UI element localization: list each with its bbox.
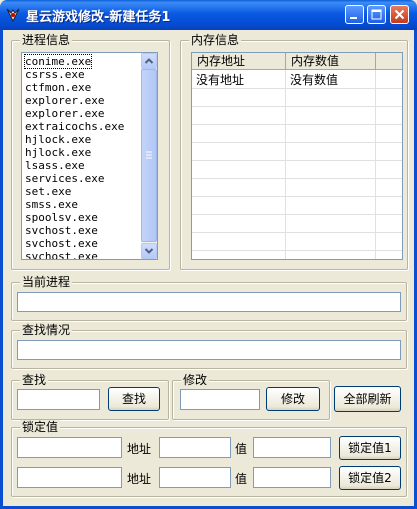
- find-button-label: 查找: [121, 392, 146, 406]
- grid-line: [192, 160, 402, 161]
- process-list-item[interactable]: smss.exe: [25, 198, 78, 211]
- refresh-all-button[interactable]: 全部刷新: [334, 386, 401, 412]
- process-list-item[interactable]: hjlock.exe: [25, 133, 91, 146]
- find-label: 查找: [20, 373, 49, 387]
- chevron-up-icon: [144, 58, 154, 64]
- grid-line: [192, 106, 402, 107]
- column-header-address[interactable]: 内存地址: [192, 53, 286, 70]
- process-list-item[interactable]: explorer.exe: [25, 107, 104, 120]
- grip-icon: [146, 151, 152, 159]
- process-list-item[interactable]: svchost.exe: [25, 224, 98, 237]
- close-icon: [394, 9, 405, 20]
- address-label-2: 地址: [127, 472, 152, 486]
- cell-value[interactable]: 没有数值: [286, 71, 375, 89]
- lock-value-2-button[interactable]: 锁定值2: [339, 466, 401, 490]
- maximize-button[interactable]: [367, 5, 386, 24]
- find-value-input[interactable]: [17, 389, 100, 410]
- lock-value-field-2[interactable]: [253, 467, 331, 488]
- grid-line: [192, 214, 402, 215]
- process-scrollbar[interactable]: [141, 53, 157, 259]
- process-listbox[interactable]: conime.exe csrss.exe ctfmon.exe explorer.ex…: [21, 52, 158, 260]
- minimize-icon: [350, 17, 357, 19]
- process-list-item[interactable]: set.exe: [25, 185, 71, 198]
- process-list-item[interactable]: lsass.exe: [25, 159, 85, 172]
- address-label-1: 地址: [127, 442, 152, 456]
- app-icon: [6, 8, 20, 23]
- maximize-icon: [371, 9, 382, 20]
- modify-button[interactable]: 修改: [266, 387, 320, 411]
- lock-value-2-label: 锁定值2: [348, 471, 392, 485]
- process-list-item[interactable]: conime.exe: [23, 54, 93, 69]
- grid-line: [192, 196, 402, 197]
- lock-value-1-button[interactable]: 锁定值1: [339, 436, 401, 460]
- close-button[interactable]: [390, 5, 409, 24]
- lock-name-field-2[interactable]: [17, 467, 122, 488]
- process-list-item[interactable]: explorer.exe: [25, 94, 104, 107]
- modify-button-label: 修改: [280, 392, 305, 406]
- scroll-down-button[interactable]: [141, 243, 157, 259]
- process-list-item[interactable]: svchost.exe: [25, 237, 98, 250]
- scroll-thumb[interactable]: [141, 69, 157, 242]
- search-status-field[interactable]: [17, 340, 401, 360]
- lock-group-label: 锁定值: [20, 420, 61, 434]
- column-header-value[interactable]: 内存数值: [286, 53, 376, 70]
- grid-line: [192, 124, 402, 125]
- grid-line: [192, 232, 402, 233]
- memory-grid[interactable]: 内存地址 内存数值 没有地址 没有数值: [191, 52, 403, 260]
- grid-line: [192, 142, 402, 143]
- current-process-label: 当前进程: [20, 275, 73, 289]
- search-status-label: 查找情况: [20, 323, 73, 337]
- process-list-item[interactable]: spoolsv.exe: [25, 211, 98, 224]
- lock-address-field-2[interactable]: [159, 467, 231, 488]
- window-frame-left: [0, 30, 3, 509]
- process-list-item[interactable]: csrss.exe: [25, 68, 85, 81]
- process-list-item[interactable]: hjlock.exe: [25, 146, 91, 159]
- modify-value-input[interactable]: [180, 389, 260, 410]
- process-list-item[interactable]: extraicochs.exe: [25, 120, 124, 133]
- current-process-field[interactable]: [17, 292, 401, 312]
- title-bar: 星云游戏修改-新建任务1: [0, 0, 417, 30]
- modify-label: 修改: [181, 373, 210, 387]
- minimize-button[interactable]: [345, 5, 364, 24]
- chevron-down-icon: [144, 248, 154, 254]
- window-title: 星云游戏修改-新建任务1: [26, 10, 171, 25]
- process-list-item[interactable]: services.exe: [25, 172, 104, 185]
- process-list-item[interactable]: ctfmon.exe: [25, 81, 91, 94]
- process-list-item[interactable]: svchost.exe: [25, 250, 98, 259]
- value-label-1: 值: [235, 442, 248, 456]
- lock-address-field-1[interactable]: [159, 437, 231, 458]
- grid-line: [192, 250, 402, 251]
- find-button[interactable]: 查找: [108, 387, 160, 411]
- lock-name-field-1[interactable]: [17, 437, 122, 458]
- cell-address[interactable]: 没有地址: [192, 71, 285, 89]
- grid-line: [192, 178, 402, 179]
- memory-group-label: 内存信息: [189, 33, 242, 47]
- lock-value-field-1[interactable]: [253, 437, 331, 458]
- lock-value-1-label: 锁定值1: [348, 441, 392, 455]
- process-group-label: 进程信息: [20, 33, 73, 47]
- scroll-up-button[interactable]: [141, 53, 157, 69]
- column-header-filler: [376, 53, 402, 70]
- value-label-2: 值: [235, 472, 248, 486]
- refresh-all-label: 全部刷新: [343, 392, 392, 406]
